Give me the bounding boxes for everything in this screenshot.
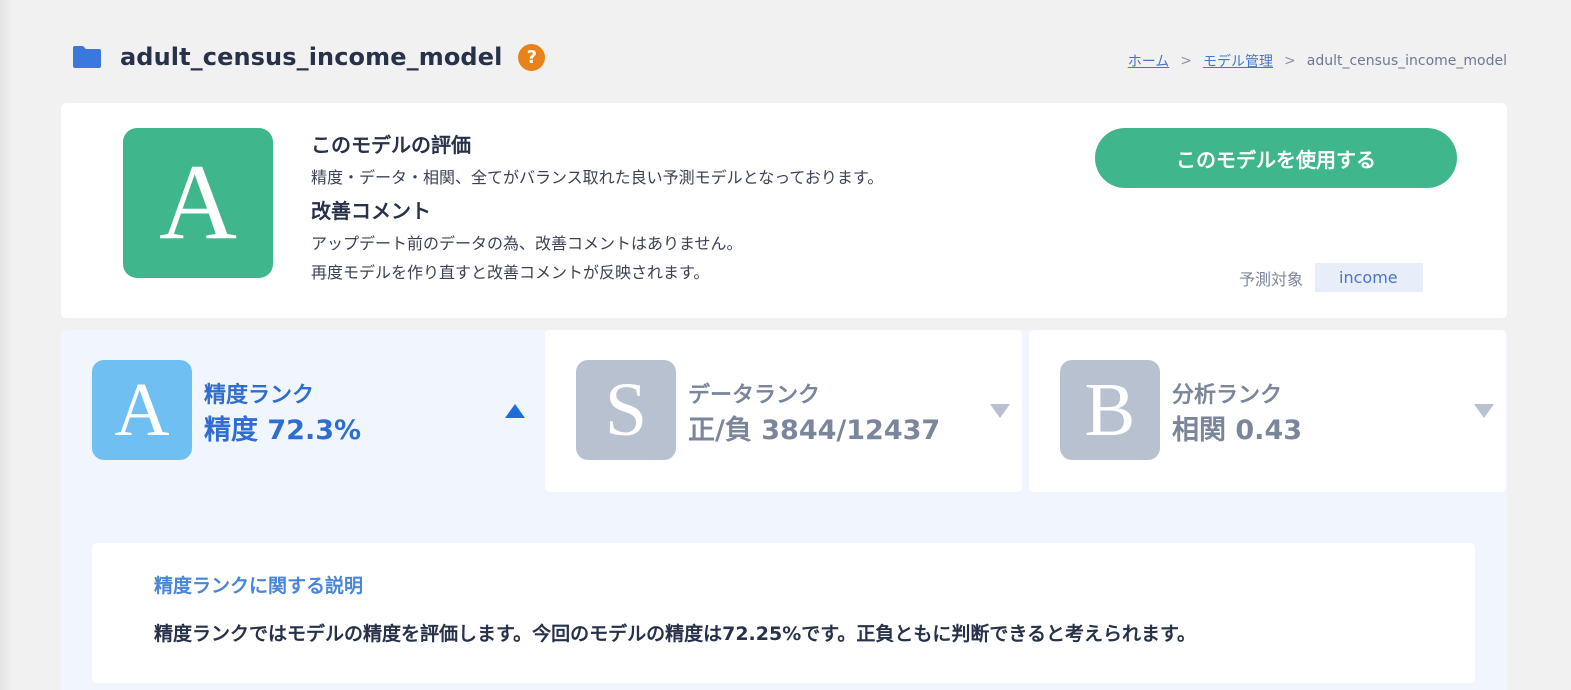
- use-model-button[interactable]: このモデルを使用する: [1095, 128, 1457, 188]
- breadcrumb-separator: >: [1180, 53, 1193, 69]
- prediction-target-value: income: [1315, 263, 1424, 292]
- page-title: adult_census_income_model: [120, 43, 503, 71]
- rank-title: データランク: [688, 383, 821, 408]
- rank-value: 相関 0.43: [1172, 415, 1303, 446]
- improve-comment-heading: 改善コメント: [311, 199, 431, 223]
- prediction-target-label: 予測対象: [1239, 269, 1304, 289]
- rank-value: 正/負 3844/12437: [688, 415, 941, 446]
- breadcrumb-separator: >: [1284, 53, 1296, 69]
- breadcrumb-home-link[interactable]: ホーム: [1128, 51, 1170, 71]
- caret-up-icon[interactable]: [505, 404, 525, 418]
- caret-down-icon[interactable]: [990, 404, 1010, 418]
- explanation-heading: 精度ランクに関する説明: [154, 575, 364, 597]
- overall-grade-badge: A: [123, 128, 273, 278]
- improve-comment-line-2: 再度モデルを作り直すと改善コメントが反映されます。: [311, 263, 710, 282]
- rank-grade-badge: A: [92, 360, 192, 460]
- evaluation-text: 精度・データ・相関、全てがバランス取れた良い予測モデルとなっております。: [311, 168, 884, 187]
- improve-comment-line-1: アップデート前のデータの為、改善コメントはありません。: [311, 234, 743, 253]
- explanation-text: 精度ランクではモデルの精度を評価します。今回のモデルの精度は72.25%です。正…: [154, 623, 1197, 645]
- evaluation-heading: このモデルの評価: [311, 133, 471, 157]
- page-edge-shadow: [0, 0, 12, 690]
- rank-grade-badge: S: [576, 360, 676, 460]
- help-icon[interactable]: ?: [518, 43, 546, 71]
- tab-analysis-rank[interactable]: B 分析ランク 相関 0.43: [1029, 330, 1506, 492]
- rank-title: 分析ランク: [1172, 383, 1283, 408]
- folder-icon: [73, 46, 101, 68]
- model-summary-card: A このモデルの評価 精度・データ・相関、全てがバランス取れた良い予測モデルとな…: [61, 103, 1507, 318]
- rank-explanation-card: 精度ランクに関する説明 精度ランクではモデルの精度を評価します。今回のモデルの精…: [92, 543, 1475, 683]
- breadcrumb-model-management-link[interactable]: モデル管理: [1203, 51, 1273, 71]
- rank-value: 精度 72.3%: [204, 415, 362, 446]
- prediction-target: 予測対象 income: [1239, 263, 1424, 292]
- rank-grade-badge: B: [1060, 360, 1160, 460]
- breadcrumb-current: adult_census_income_model: [1306, 53, 1507, 69]
- tab-accuracy-rank[interactable]: A 精度ランク 精度 72.3%: [61, 330, 538, 504]
- page-header: adult_census_income_model ?: [72, 40, 546, 74]
- tab-data-rank[interactable]: S データランク 正/負 3844/12437: [545, 330, 1022, 492]
- rank-title: 精度ランク: [204, 383, 315, 408]
- evaluation-block: このモデルの評価 精度・データ・相関、全てがバランス取れた良い予測モデルとなって…: [311, 129, 1071, 290]
- breadcrumb: ホーム > モデル管理 > adult_census_income_model: [1128, 51, 1507, 71]
- caret-down-icon[interactable]: [1474, 404, 1494, 418]
